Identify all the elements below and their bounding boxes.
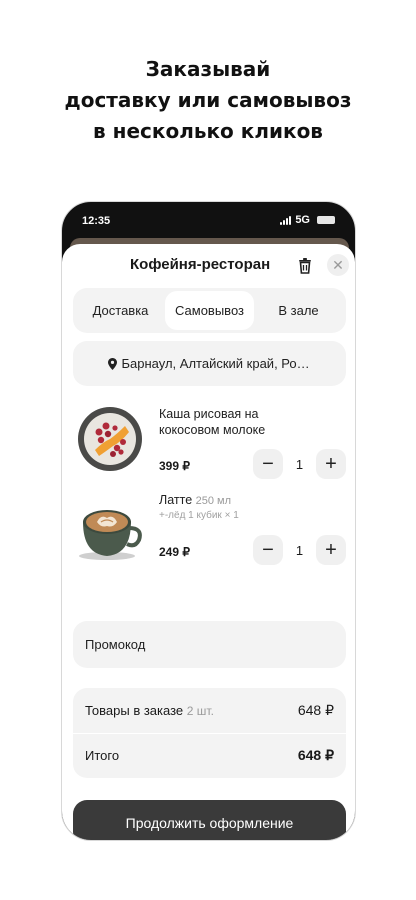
battery-icon [317,216,335,224]
order-summary: Товары в заказе 2 шт. 648 ₽ Итого 648 ₽ [73,688,346,778]
minus-icon: − [262,452,274,475]
headline-line-3: в несколько кликов [93,119,323,143]
summary-items-total: 648 ₽ [297,702,334,718]
item-name: Латте [159,493,193,507]
item-quantity: 1 [295,542,304,558]
item-quantity: 1 [295,456,304,472]
summary-total-row: Итого 648 ₽ [85,733,334,778]
address-selector[interactable]: Барнаул, Алтайский край, Россия [73,341,346,386]
sheet-title: Кофейня-ресторан [130,256,271,273]
item-name: Каша рисовая на кокосовом молоке [159,407,266,437]
promo-code-field[interactable]: Промокод [73,621,346,668]
trash-icon[interactable] [298,258,312,274]
decrease-button[interactable]: − [253,449,283,479]
network-label: 5G [295,214,310,226]
close-icon: ✕ [332,256,344,273]
quantity-stepper: − 1 + [253,535,346,565]
quantity-stepper: − 1 + [253,449,346,479]
latte-cup-icon [79,510,142,560]
headline-line-1: Заказывай [145,57,271,81]
plus-icon: + [325,538,337,561]
minus-icon: − [262,538,274,561]
plus-icon: + [325,452,337,475]
porridge-bowl-icon [78,407,142,471]
summary-items-row: Товары в заказе 2 шт. 648 ₽ [85,688,334,733]
item-volume: 250 мл [195,495,232,507]
address-text: Барнаул, Алтайский край, Россия [121,356,312,371]
location-pin-icon [107,357,117,370]
cart-item: Латте 250 мл +-лёд 1 кубик × 1 249 ₽ − 1… [73,492,346,572]
tab-dine-in[interactable]: В зале [254,291,343,330]
summary-total-value: 648 ₽ [297,747,334,763]
phone-mockup: 12:35 5G Кофейня-ресторан ✕ Доставка Сам… [61,201,356,841]
status-indicators: 5G [280,214,335,226]
tab-pickup[interactable]: Самовывоз [165,291,254,330]
signal-icon [280,215,292,225]
promo-headline: Заказывай доставку или самовывоз в неско… [0,54,416,147]
summary-items-label: Товары в заказе [85,703,184,718]
order-sheet: Кофейня-ресторан ✕ Доставка Самовывоз В … [62,244,355,840]
headline-line-2: доставку или самовывоз [64,88,352,112]
summary-total-label: Итого [85,748,120,763]
close-button[interactable]: ✕ [327,254,349,276]
item-price: 249 ₽ [159,545,190,559]
status-bar: 12:35 5G [62,202,355,238]
increase-button[interactable]: + [316,535,346,565]
item-name-row: Латте 250 мл [159,492,289,509]
cart-item: Каша рисовая на кокосовом молоке 399 ₽ −… [73,406,346,486]
tab-delivery[interactable]: Доставка [76,291,165,330]
item-price: 399 ₽ [159,459,190,473]
promo-code-label: Промокод [85,637,146,652]
continue-checkout-button[interactable]: Продолжить оформление [73,800,346,840]
increase-button[interactable]: + [316,449,346,479]
status-time: 12:35 [82,215,111,227]
summary-items-count: 2 шт. [186,704,214,718]
item-modifier: +-лёд 1 кубик × 1 [159,510,239,521]
order-type-tabs: Доставка Самовывоз В зале [73,288,346,333]
decrease-button[interactable]: − [253,535,283,565]
